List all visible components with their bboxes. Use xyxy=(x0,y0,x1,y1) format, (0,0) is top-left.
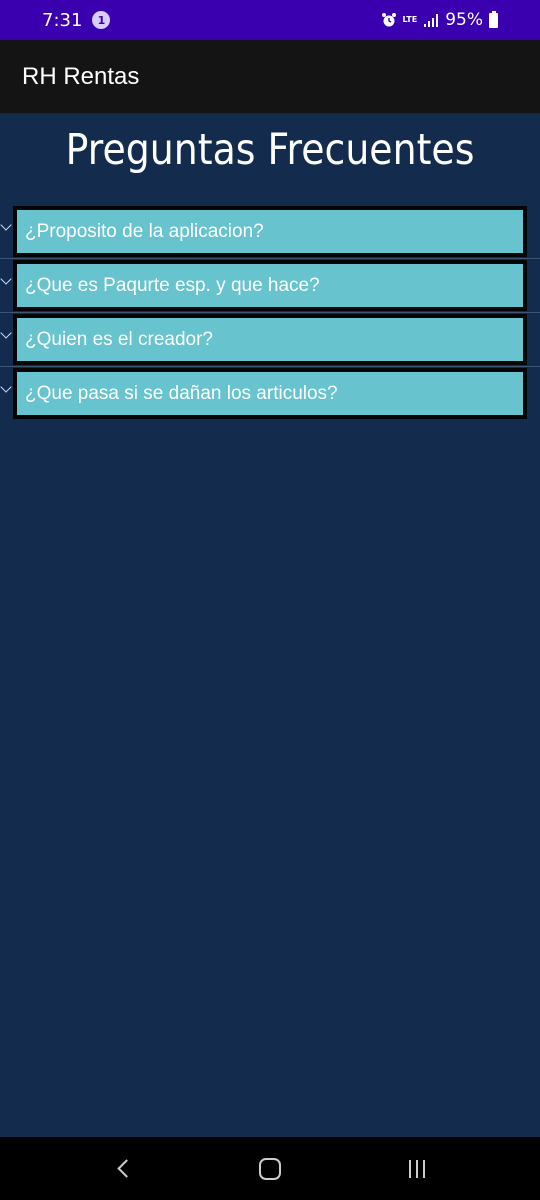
status-left: 7:31 1 xyxy=(42,9,111,31)
page-title: Preguntas Frecuentes xyxy=(65,125,475,175)
chevron-down-icon xyxy=(0,381,12,393)
faq-item-paqurte[interactable]: ¿Que es Paqurte esp. y que hace? xyxy=(0,259,540,313)
chevron-down-icon xyxy=(0,273,12,285)
app-bar: RH Rentas xyxy=(0,40,540,113)
signal-icon xyxy=(424,14,439,27)
faq-question[interactable]: ¿Que pasa si se dañan los articulos? xyxy=(13,368,527,419)
recents-button[interactable] xyxy=(387,1149,447,1189)
alarm-icon xyxy=(381,13,396,27)
chevron-down-icon xyxy=(0,327,12,339)
lte-icon: LTE xyxy=(402,15,418,24)
faq-question[interactable]: ¿Quien es el creador? xyxy=(13,314,527,365)
back-icon xyxy=(117,1159,136,1178)
faq-item-purpose[interactable]: ¿Proposito de la aplicacion? xyxy=(0,205,540,259)
notification-badge: 1 xyxy=(92,11,111,29)
faq-item-damage[interactable]: ¿Que pasa si se dañan los articulos? xyxy=(0,367,540,421)
back-button[interactable] xyxy=(93,1149,153,1189)
system-nav-bar xyxy=(0,1137,540,1200)
status-right: LTE 95% xyxy=(381,10,498,30)
home-icon xyxy=(258,1157,281,1180)
faq-question[interactable]: ¿Que es Paqurte esp. y que hace? xyxy=(13,260,527,311)
faq-question[interactable]: ¿Proposito de la aplicacion? xyxy=(13,206,527,257)
recents-icon xyxy=(408,1159,425,1178)
home-button[interactable] xyxy=(240,1149,300,1189)
status-bar: 7:31 1 LTE 95% xyxy=(0,0,540,40)
battery-icon xyxy=(489,10,498,28)
faq-list: ¿Proposito de la aplicacion? ¿Que es Paq… xyxy=(0,205,540,421)
chevron-down-icon xyxy=(0,219,12,231)
battery-percent: 95% xyxy=(445,10,483,30)
faq-item-creator[interactable]: ¿Quien es el creador? xyxy=(0,313,540,367)
status-time: 7:31 xyxy=(42,9,83,31)
app-title: RH Rentas xyxy=(22,62,140,90)
